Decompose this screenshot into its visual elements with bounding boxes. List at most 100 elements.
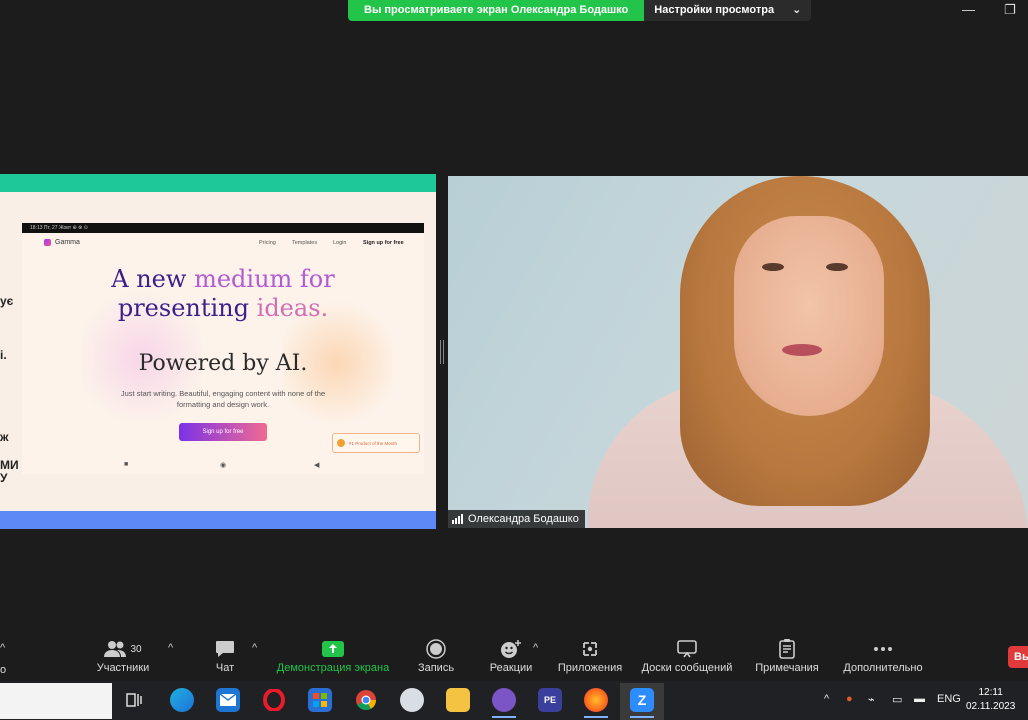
smile-plus-icon — [486, 640, 536, 658]
whiteboards-label: Доски сообщений — [641, 662, 733, 674]
reactions-label: Реакции — [489, 662, 533, 674]
phone-status-bar: 18:13 Пт, 27 Жовт ⊕ ⊗ ⊙ — [22, 223, 424, 233]
gamma-logo-icon — [44, 239, 51, 246]
app-circle-icon[interactable] — [400, 688, 424, 712]
cut-off-text: ж — [0, 430, 9, 444]
video-person-eye — [826, 263, 848, 271]
gamma-logo-text: Gamma — [55, 239, 80, 246]
participants-button[interactable]: 30 Участники — [94, 640, 152, 674]
opera-icon[interactable] — [262, 688, 286, 712]
gamma-logo: Gamma — [44, 239, 80, 246]
leave-meeting-button[interactable]: Вы — [1008, 646, 1028, 668]
participant-name-tag: Олександра Бодашко — [448, 510, 585, 528]
nav-pricing: Pricing — [259, 240, 276, 246]
edge-icon[interactable] — [170, 688, 194, 712]
task-view-icon[interactable] — [122, 688, 146, 712]
clock-date: 02.11.2023 — [966, 701, 1016, 712]
language-indicator[interactable]: ENG — [937, 693, 961, 705]
android-back-icon: ◀ — [314, 462, 320, 469]
view-settings-label: Настройки просмотра — [654, 4, 775, 16]
video-person-lips — [782, 344, 822, 356]
share-screen-icon — [274, 640, 392, 658]
headline-text: A new — [111, 265, 195, 293]
chat-options-caret[interactable]: ^ — [252, 642, 257, 654]
document-app-icon[interactable]: PE — [538, 688, 562, 712]
participant-video[interactable] — [448, 176, 1028, 528]
android-recent-icon: ■ — [124, 461, 129, 468]
nav-templates: Templates — [292, 240, 318, 246]
record-button[interactable]: Запись — [414, 639, 458, 674]
chat-label: Чат — [215, 662, 235, 674]
participants-options-caret[interactable]: ^ — [168, 642, 173, 654]
cut-off-text: МИ — [0, 458, 19, 472]
tray-expand-icon[interactable]: ^ — [824, 693, 829, 705]
nav-signup: Sign up for free — [363, 240, 404, 246]
chat-button[interactable]: Чат — [206, 640, 244, 674]
more-button[interactable]: Дополнительно — [840, 640, 926, 674]
cut-off-text: У — [0, 471, 8, 485]
chevron-down-icon: ⌄ — [792, 4, 802, 16]
minimize-button[interactable]: — — [962, 2, 975, 17]
headline-text: ideas. — [256, 294, 329, 322]
apps-label: Приложения — [557, 662, 623, 674]
viber-active-indicator — [492, 716, 516, 718]
video-person-eye — [762, 263, 784, 271]
chrome-icon[interactable] — [354, 688, 378, 712]
more-dots-icon — [840, 640, 926, 658]
headline-text: medium for — [194, 265, 335, 293]
notes-icon — [752, 639, 822, 659]
notes-button[interactable]: Примечания — [752, 639, 822, 674]
chat-icon — [206, 640, 244, 658]
view-settings-button[interactable]: Настройки просмотра ⌄ — [644, 0, 812, 21]
slide-subtitle: Just start writing. Beautiful, engaging … — [120, 389, 326, 409]
toolbar-left-cut-label: о — [0, 664, 7, 676]
viber-icon[interactable] — [492, 688, 516, 712]
cut-off-text: ує — [0, 294, 14, 308]
mail-icon[interactable] — [216, 688, 240, 712]
restore-button[interactable]: ❐ — [1004, 2, 1016, 18]
store-icon[interactable] — [308, 688, 332, 712]
gamma-slide-screenshot: 18:13 Пт, 27 Жовт ⊕ ⊗ ⊙ Gamma Pricing Te… — [22, 223, 424, 474]
taskbar-clock[interactable]: 12:11 02.11.2023 — [966, 686, 1015, 714]
more-label: Дополнительно — [843, 662, 923, 674]
whiteboard-icon — [638, 640, 736, 658]
powered-by-ai-heading: Powered by AI. — [138, 351, 308, 376]
tray-battery-icon[interactable]: ▬ — [914, 693, 925, 705]
product-hunt-badge: #1 Product of the Month — [332, 433, 420, 453]
trophy-icon — [337, 439, 345, 447]
split-view-resize-handle[interactable] — [440, 340, 444, 364]
viewing-screen-label: Вы просматриваете экран Олександра Бодаш… — [348, 0, 645, 21]
slide-headline: A new medium for presenting ideas. — [22, 265, 424, 323]
firefox-icon[interactable] — [584, 688, 608, 712]
tray-app-icon[interactable]: ● — [846, 693, 853, 705]
reactions-button[interactable]: Реакции — [486, 640, 536, 674]
share-screen-button[interactable]: Демонстрация экрана — [274, 640, 392, 674]
participant-name: Олександра Бодашко — [468, 513, 579, 525]
toolbar-caret[interactable]: ^ — [0, 642, 5, 654]
shared-screen-top-band — [0, 174, 436, 192]
taskbar-search-box[interactable] — [0, 683, 112, 719]
notes-label: Примечания — [755, 662, 819, 674]
shared-screen-view[interactable]: ує і. ж МИ У 18:13 Пт, 27 Жовт ⊕ ⊗ ⊙ Gam… — [0, 174, 436, 529]
whiteboards-button[interactable]: Доски сообщений — [638, 640, 736, 674]
record-icon — [414, 639, 458, 659]
screen-share-banner: Вы просматриваете экран Олександра Бодаш… — [348, 0, 812, 21]
zoom-icon[interactable]: Z — [630, 688, 654, 712]
tray-network-icon[interactable]: ⌁ — [868, 693, 875, 706]
headline-text: presenting — [117, 294, 257, 322]
shared-screen-bottom-band — [0, 511, 436, 529]
zoom-active-indicator — [630, 716, 654, 718]
slide-signup-button: Sign up for free — [179, 423, 267, 441]
video-person-face — [734, 216, 884, 416]
tray-display-icon[interactable]: ▭ — [892, 693, 902, 706]
apps-icon — [555, 640, 625, 658]
share-screen-label: Демонстрация экрана — [276, 662, 390, 674]
apps-button[interactable]: Приложения — [555, 640, 625, 674]
record-label: Запись — [417, 662, 455, 674]
file-explorer-icon[interactable] — [446, 688, 470, 712]
reactions-options-caret[interactable]: ^ — [533, 642, 538, 654]
signal-strength-icon — [452, 514, 463, 524]
participants-icon: 30 — [94, 640, 152, 658]
product-hunt-text: #1 Product of the Month — [349, 441, 398, 446]
android-home-icon: ◉ — [220, 462, 227, 469]
